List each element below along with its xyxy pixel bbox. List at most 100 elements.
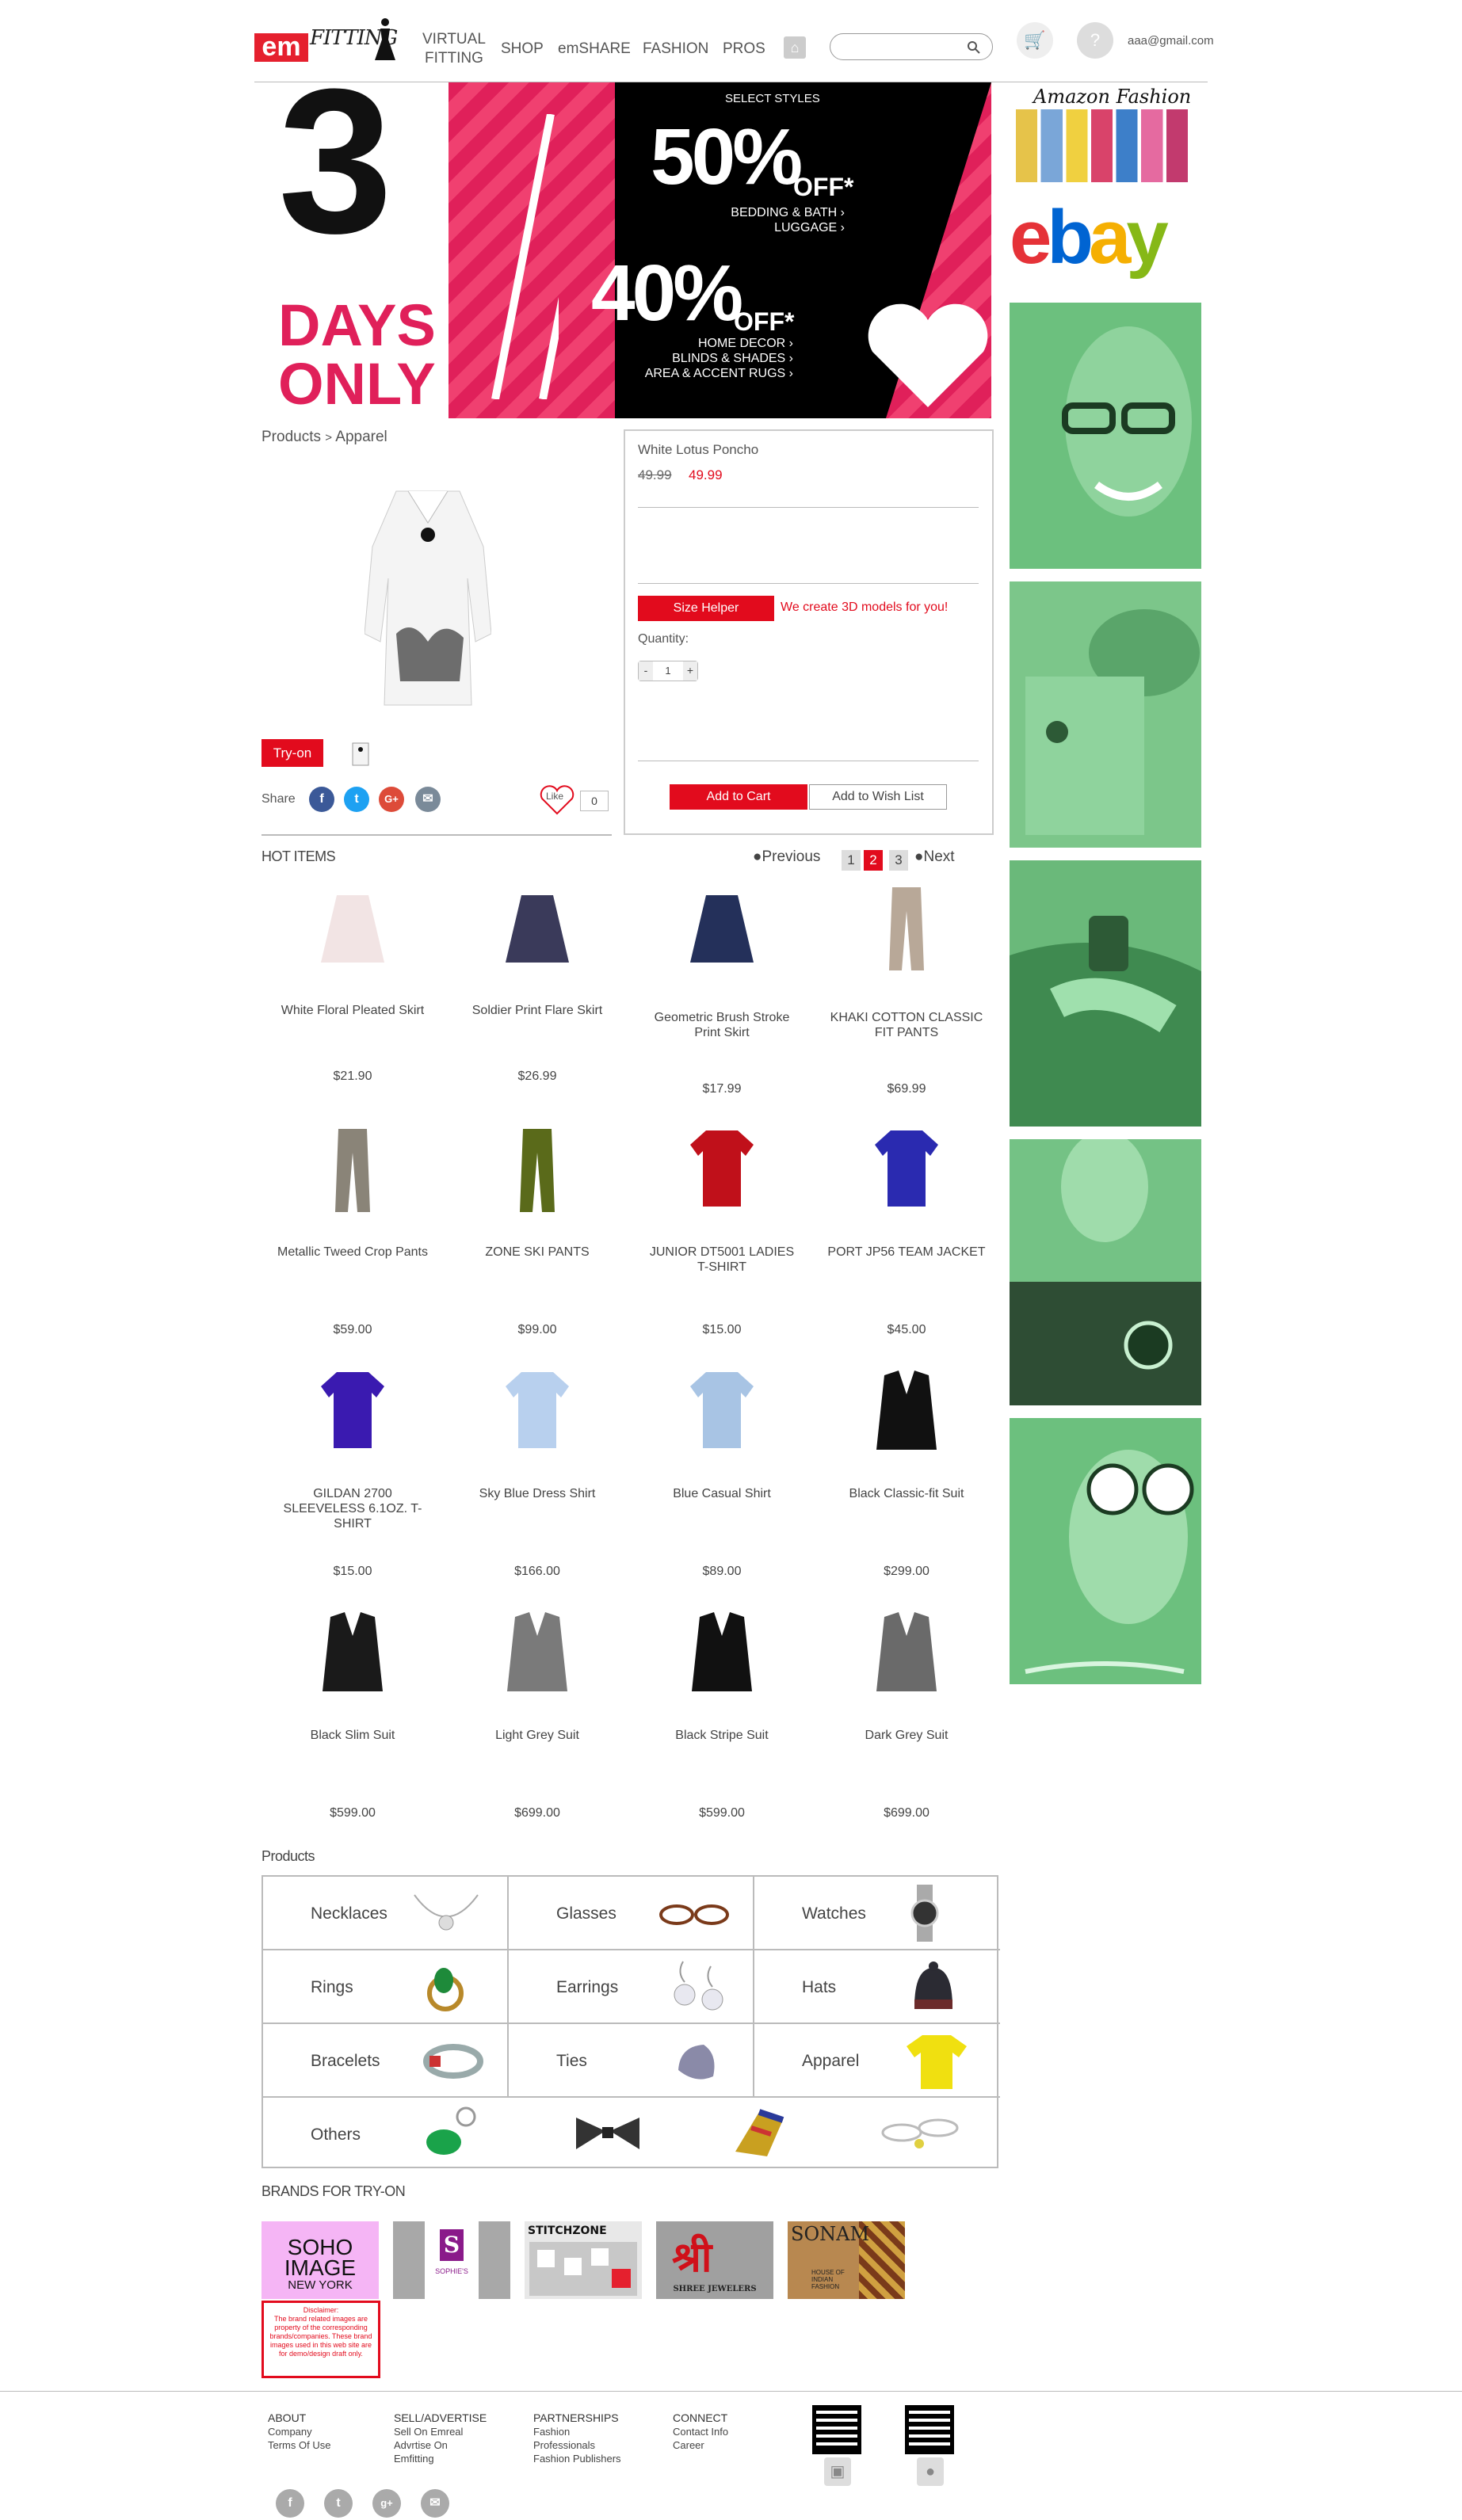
add-to-cart-button[interactable]: Add to Cart xyxy=(670,784,807,810)
google-plus-icon[interactable]: G+ xyxy=(379,787,404,812)
category-hats[interactable]: Hats xyxy=(754,1950,1000,2024)
hot-item-name[interactable]: Blue Casual Shirt xyxy=(643,1486,801,1501)
hot-item-card[interactable]: Black Stripe Suit $599.00 xyxy=(643,1604,801,1820)
search-icon[interactable] xyxy=(967,40,981,55)
category-bracelets[interactable]: Bracelets xyxy=(263,2024,509,2098)
hot-item-card[interactable]: Soldier Print Flare Skirt $26.99 xyxy=(458,879,616,1083)
hot-item-name[interactable]: ZONE SKI PANTS xyxy=(458,1245,616,1260)
pager-page-2[interactable]: 2 xyxy=(864,850,883,871)
hot-item-card[interactable]: PORT JP56 TEAM JACKET $45.00 xyxy=(827,1121,986,1336)
hot-item-name[interactable]: Geometric Brush Stroke Print Skirt xyxy=(643,1010,801,1040)
promo-banner[interactable]: 3 DAYS ONLY SELECT STYLES 50% OFF* BEDDI… xyxy=(254,82,991,418)
footer-twitter-icon[interactable]: t xyxy=(324,2489,353,2518)
nav-fashion[interactable]: FASHION xyxy=(643,40,708,59)
nav-virtual-fitting[interactable]: VIRTUAL FITTING xyxy=(422,30,486,68)
footer-facebook-icon[interactable]: f xyxy=(276,2489,304,2518)
hot-item-name[interactable]: KHAKI COTTON CLASSIC FIT PANTS xyxy=(827,1010,986,1040)
footer-link[interactable]: Fashion Publishers xyxy=(533,2452,621,2465)
footer-link[interactable]: Fashion xyxy=(533,2425,621,2438)
hot-item-card[interactable]: Black Classic-fit Suit $299.00 xyxy=(827,1363,986,1578)
cart-icon[interactable]: 🛒 xyxy=(1017,22,1053,59)
user-email[interactable]: aaa@gmail.com xyxy=(1128,34,1214,48)
hot-item-card[interactable]: ZONE SKI PANTS $99.00 xyxy=(458,1121,616,1336)
breadcrumb-current[interactable]: Apparel xyxy=(335,429,387,445)
tryon-thumbnail-icon[interactable] xyxy=(350,737,371,768)
home-icon[interactable]: ⌂ xyxy=(784,36,806,59)
hot-item-name[interactable]: Black Slim Suit xyxy=(273,1728,432,1743)
android-icon[interactable]: ▣ xyxy=(824,2457,851,2486)
brand-sonam[interactable]: SONAM HOUSE OF INDIAN FASHION xyxy=(788,2221,905,2299)
hot-item-name[interactable]: Metallic Tweed Crop Pants xyxy=(273,1245,432,1260)
amazon-fashion-ad[interactable]: Amazon Fashion xyxy=(1010,82,1201,185)
watch-model-ad[interactable] xyxy=(1010,1131,1201,1405)
hot-item-name[interactable]: JUNIOR DT5001 LADIES T-SHIRT xyxy=(643,1245,801,1275)
hot-item-name[interactable]: GILDAN 2700 SLEEVELESS 6.1OZ. T-SHIRT xyxy=(273,1486,432,1531)
footer-link[interactable]: Professionals xyxy=(533,2438,621,2452)
footer-link[interactable]: Advrtise On xyxy=(394,2438,487,2452)
nav-emshare[interactable]: emSHARE xyxy=(558,40,631,59)
breadcrumb-products[interactable]: Products xyxy=(261,429,321,445)
category-earrings[interactable]: Earrings xyxy=(509,1950,754,2024)
hot-item-card[interactable]: GILDAN 2700 SLEEVELESS 6.1OZ. T-SHIRT $15… xyxy=(273,1363,432,1578)
hot-item-name[interactable]: Soldier Print Flare Skirt xyxy=(458,1003,616,1018)
email-share-icon[interactable]: ✉ xyxy=(415,787,441,812)
category-rings[interactable]: Rings xyxy=(263,1950,509,2024)
brand-sophies[interactable]: S SOPHIE'S xyxy=(393,2221,510,2299)
hot-item-card[interactable]: Light Grey Suit $699.00 xyxy=(458,1604,616,1820)
nav-shop[interactable]: SHOP xyxy=(501,40,544,59)
pager-next[interactable]: ●Next xyxy=(914,848,955,866)
tryon-button[interactable]: Try-on xyxy=(261,739,323,767)
hot-item-card[interactable]: Dark Grey Suit $699.00 xyxy=(827,1604,986,1820)
size-helper-button[interactable]: Size Helper xyxy=(638,596,774,621)
hot-item-card[interactable]: Black Slim Suit $599.00 xyxy=(273,1604,432,1820)
apple-icon[interactable]: ● xyxy=(917,2457,944,2486)
hot-item-name[interactable]: White Floral Pleated Skirt xyxy=(273,1003,432,1018)
search-input[interactable] xyxy=(842,39,960,55)
category-others[interactable]: Others xyxy=(263,2098,1000,2170)
footer-wechat-icon[interactable]: ✉ xyxy=(421,2489,449,2518)
facebook-icon[interactable]: f xyxy=(309,787,334,812)
pager-page-3[interactable]: 3 xyxy=(889,850,908,871)
hot-item-card[interactable]: Geometric Brush Stroke Print Skirt $17.99 xyxy=(643,879,801,1096)
hot-item-name[interactable]: Black Classic-fit Suit xyxy=(827,1486,986,1501)
hot-item-name[interactable]: Sky Blue Dress Shirt xyxy=(458,1486,616,1501)
brand-shree-jewelers[interactable]: श्री SHREE JEWELERS xyxy=(656,2221,773,2299)
ebay-ad[interactable]: ebay xyxy=(1010,198,1201,285)
footer-link[interactable]: Emfitting xyxy=(394,2452,487,2465)
hats-ad[interactable] xyxy=(1010,581,1201,848)
footer-link[interactable]: Career xyxy=(673,2438,728,2452)
quantity-minus-button[interactable]: - xyxy=(639,661,653,681)
category-glasses[interactable]: Glasses xyxy=(509,1877,754,1950)
hot-item-name[interactable]: Dark Grey Suit xyxy=(827,1728,986,1743)
glasses-model-ad[interactable] xyxy=(1010,303,1201,569)
twitter-icon[interactable]: t xyxy=(344,787,369,812)
hot-item-card[interactable]: JUNIOR DT5001 LADIES T-SHIRT $15.00 xyxy=(643,1121,801,1336)
add-to-wishlist-button[interactable]: Add to Wish List xyxy=(809,784,947,810)
pager-previous[interactable]: ●Previous xyxy=(753,848,820,866)
hot-item-card[interactable]: Sky Blue Dress Shirt $166.00 xyxy=(458,1363,616,1578)
category-watches[interactable]: Watches xyxy=(754,1877,1000,1950)
footer-link[interactable]: Company xyxy=(268,2425,330,2438)
category-necklaces[interactable]: Necklaces xyxy=(263,1877,509,1950)
quantity-input[interactable]: 1 xyxy=(655,661,681,681)
user-avatar-icon[interactable]: ? xyxy=(1077,22,1113,59)
footer-link[interactable]: Sell On Emreal xyxy=(394,2425,487,2438)
logo-em[interactable]: em xyxy=(254,33,308,62)
like-button[interactable]: Like xyxy=(539,784,575,816)
footer-link[interactable]: Contact Info xyxy=(673,2425,728,2438)
hot-item-name[interactable]: PORT JP56 TEAM JACKET xyxy=(827,1245,986,1260)
footer-link[interactable]: Terms Of Use xyxy=(268,2438,330,2452)
hot-item-name[interactable]: Light Grey Suit xyxy=(458,1728,616,1743)
category-ties[interactable]: Ties xyxy=(509,2024,754,2098)
android-qr-code[interactable] xyxy=(812,2405,861,2454)
hot-item-name[interactable]: Black Stripe Suit xyxy=(643,1728,801,1743)
brand-soho-image[interactable]: SOHO IMAGE NEW YORK xyxy=(261,2221,379,2299)
hot-item-card[interactable]: Metallic Tweed Crop Pants $59.00 xyxy=(273,1121,432,1336)
hot-item-card[interactable]: KHAKI COTTON CLASSIC FIT PANTS $69.99 xyxy=(827,879,986,1096)
hot-item-card[interactable]: White Floral Pleated Skirt $21.90 xyxy=(273,879,432,1083)
sunglasses-model-ad[interactable] xyxy=(1010,1418,1201,1684)
footer-google-plus-icon[interactable]: g+ xyxy=(372,2489,401,2518)
hot-item-card[interactable]: Blue Casual Shirt $89.00 xyxy=(643,1363,801,1578)
category-apparel[interactable]: Apparel xyxy=(754,2024,1000,2098)
ios-qr-code[interactable] xyxy=(905,2405,954,2454)
